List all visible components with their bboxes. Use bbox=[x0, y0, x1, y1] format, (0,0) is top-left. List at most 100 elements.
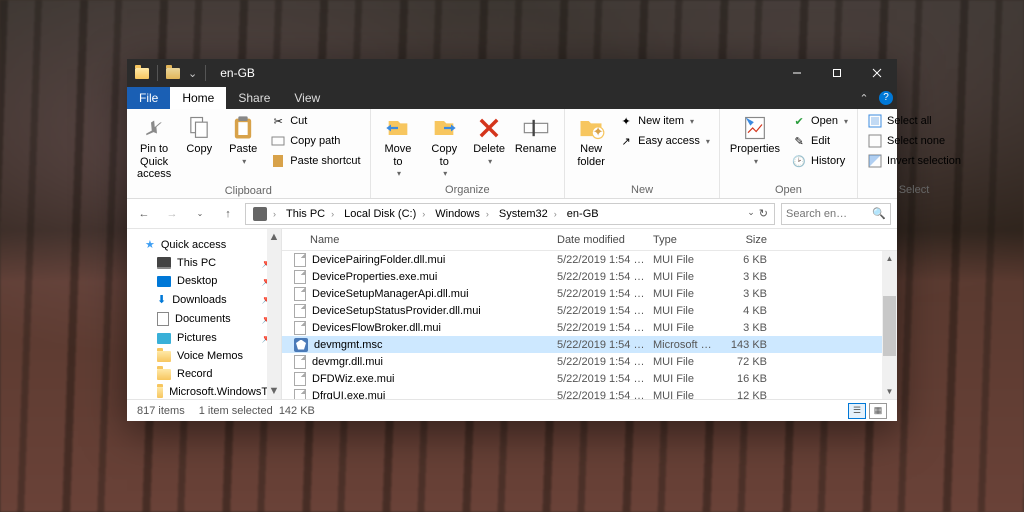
tab-view[interactable]: View bbox=[282, 87, 332, 109]
scroll-thumb[interactable] bbox=[883, 296, 896, 356]
chevron-down-icon: ▾ bbox=[443, 169, 447, 178]
up-button[interactable]: ↑ bbox=[217, 203, 239, 225]
ribbon-group-new: ✦New folder ✦New item▾ ↗Easy access▾ New bbox=[565, 109, 720, 198]
qat-folder-icon[interactable] bbox=[166, 68, 180, 79]
nav-item[interactable]: Pictures📌 bbox=[127, 329, 281, 347]
search-input[interactable] bbox=[786, 208, 856, 220]
file-icon bbox=[294, 355, 306, 369]
copy-icon bbox=[184, 114, 214, 142]
nav-item[interactable]: This PC📌 bbox=[127, 254, 281, 272]
properties-button[interactable]: Properties▾ bbox=[726, 112, 784, 168]
ribbon-collapse-icon[interactable]: ⌃ bbox=[853, 87, 875, 109]
nav-item[interactable]: Desktop📌 bbox=[127, 272, 281, 290]
refresh-button[interactable]: ↻ bbox=[759, 207, 768, 220]
breadcrumb-item[interactable]: Local Disk (C:)› bbox=[339, 208, 430, 220]
svg-text:✦: ✦ bbox=[593, 124, 604, 139]
copy-button[interactable]: Copy bbox=[179, 112, 219, 158]
invert-icon bbox=[867, 153, 883, 169]
file-row[interactable]: devmgmt.msc5/22/2019 1:54 …Microsoft …14… bbox=[282, 336, 897, 353]
pc-icon bbox=[253, 207, 267, 221]
search-box[interactable]: 🔍 bbox=[781, 203, 891, 225]
column-type[interactable]: Type bbox=[653, 234, 725, 246]
address-dropdown-icon[interactable]: ⌄ bbox=[747, 207, 755, 220]
separator bbox=[157, 65, 158, 81]
breadcrumb-item[interactable]: en-GB bbox=[562, 208, 604, 220]
back-button[interactable]: ← bbox=[133, 203, 155, 225]
breadcrumb-item[interactable]: Windows› bbox=[430, 208, 494, 220]
view-details-button[interactable]: ☰ bbox=[848, 403, 866, 419]
cut-button[interactable]: ✂Cut bbox=[267, 112, 363, 130]
star-icon: ★ bbox=[145, 238, 155, 251]
rename-icon bbox=[521, 114, 551, 142]
breadcrumb-item[interactable]: System32› bbox=[494, 208, 562, 220]
scroll-up-icon[interactable]: ▲ bbox=[882, 251, 897, 266]
nav-quick-access[interactable]: ★Quick access bbox=[127, 235, 281, 254]
ribbon-group-open: Properties▾ ✔Open▾ ✎Edit 🕑History Open bbox=[720, 109, 858, 198]
file-row[interactable]: DevicePairingFolder.dll.mui5/22/2019 1:5… bbox=[282, 251, 897, 268]
close-button[interactable] bbox=[857, 59, 897, 87]
recent-locations-button[interactable]: ⌄ bbox=[189, 203, 211, 225]
vertical-scrollbar[interactable]: ▲ ▼ bbox=[882, 251, 897, 399]
help-button[interactable]: ? bbox=[875, 87, 897, 109]
file-row[interactable]: DfrgUI.exe.mui5/22/2019 1:54 …MUI File12… bbox=[282, 387, 897, 399]
move-to-button[interactable]: Move to▾ bbox=[377, 112, 420, 180]
minimize-button[interactable] bbox=[777, 59, 817, 87]
file-row[interactable]: DeviceSetupManagerApi.dll.mui5/22/2019 1… bbox=[282, 285, 897, 302]
column-headers[interactable]: Name Date modified Type Size bbox=[282, 229, 897, 251]
new-folder-icon: ✦ bbox=[576, 114, 606, 142]
tab-share[interactable]: Share bbox=[226, 87, 282, 109]
chevron-down-icon: ▾ bbox=[397, 169, 401, 178]
nav-item[interactable]: Microsoft.WindowsTe bbox=[127, 383, 281, 399]
edit-button[interactable]: ✎Edit bbox=[788, 132, 851, 150]
breadcrumb-root[interactable]: › bbox=[248, 207, 281, 221]
select-all-button[interactable]: Select all bbox=[864, 112, 964, 130]
select-none-button[interactable]: Select none bbox=[864, 132, 964, 150]
ribbon-tabs: File Home Share View ⌃ ? bbox=[127, 87, 897, 109]
history-button[interactable]: 🕑History bbox=[788, 152, 851, 170]
titlebar[interactable]: ⌄ en-GB bbox=[127, 59, 897, 87]
file-row[interactable]: devmgr.dll.mui5/22/2019 1:54 …MUI File72… bbox=[282, 353, 897, 370]
pin-to-quick-access-button[interactable]: Pin to Quick access bbox=[133, 112, 175, 183]
copy-to-button[interactable]: Copy to▾ bbox=[423, 112, 465, 180]
nav-item[interactable]: Record bbox=[127, 365, 281, 383]
breadcrumb-item[interactable]: This PC› bbox=[281, 208, 339, 220]
breadcrumb[interactable]: › This PC› Local Disk (C:)› Windows› Sys… bbox=[245, 203, 775, 225]
file-row[interactable]: DeviceProperties.exe.mui5/22/2019 1:54 …… bbox=[282, 268, 897, 285]
easy-access-icon: ↗ bbox=[618, 133, 634, 149]
paste-button[interactable]: Paste ▾ bbox=[223, 112, 263, 168]
column-date[interactable]: Date modified bbox=[557, 234, 653, 246]
invert-selection-button[interactable]: Invert selection bbox=[864, 152, 964, 170]
view-large-icons-button[interactable]: ▦ bbox=[869, 403, 887, 419]
file-row[interactable]: DFDWiz.exe.mui5/22/2019 1:54 …MUI File16… bbox=[282, 370, 897, 387]
delete-button[interactable]: Delete▾ bbox=[469, 112, 509, 168]
file-row[interactable]: DevicesFlowBroker.dll.mui5/22/2019 1:54 … bbox=[282, 319, 897, 336]
nav-item[interactable]: Documents📌 bbox=[127, 309, 281, 329]
file-row[interactable]: DeviceSetupStatusProvider.dll.mui5/22/20… bbox=[282, 302, 897, 319]
column-name[interactable]: Name bbox=[282, 234, 557, 246]
scroll-down-icon[interactable]: ▼ bbox=[882, 384, 897, 399]
nav-scrollbar[interactable]: ▲▼ bbox=[267, 229, 281, 399]
select-none-icon bbox=[867, 133, 883, 149]
tab-file[interactable]: File bbox=[127, 87, 170, 109]
qat-overflow-icon[interactable]: ⌄ bbox=[188, 67, 197, 80]
content-area: ★Quick access This PC📌Desktop📌⬇Downloads… bbox=[127, 229, 897, 399]
column-size[interactable]: Size bbox=[725, 234, 785, 246]
open-button[interactable]: ✔Open▾ bbox=[788, 112, 851, 130]
ribbon-group-clipboard: Pin to Quick access Copy Paste ▾ ✂Cut Co… bbox=[127, 109, 371, 198]
copy-path-button[interactable]: Copy path bbox=[267, 132, 363, 150]
rename-button[interactable]: Rename bbox=[513, 112, 558, 158]
forward-button[interactable]: → bbox=[161, 203, 183, 225]
nav-item[interactable]: Voice Memos bbox=[127, 347, 281, 365]
status-bar: 817 items 1 item selected 142 KB ☰ ▦ bbox=[127, 399, 897, 421]
file-icon bbox=[294, 372, 306, 386]
new-item-button[interactable]: ✦New item▾ bbox=[615, 112, 713, 130]
paste-shortcut-button[interactable]: Paste shortcut bbox=[267, 152, 363, 170]
file-list[interactable]: DevicePairingFolder.dll.mui5/22/2019 1:5… bbox=[282, 251, 897, 399]
maximize-button[interactable] bbox=[817, 59, 857, 87]
nav-item[interactable]: ⬇Downloads📌 bbox=[127, 290, 281, 309]
tab-home[interactable]: Home bbox=[170, 87, 226, 109]
navigation-pane[interactable]: ★Quick access This PC📌Desktop📌⬇Downloads… bbox=[127, 229, 282, 399]
easy-access-button[interactable]: ↗Easy access▾ bbox=[615, 132, 713, 150]
new-folder-button[interactable]: ✦New folder bbox=[571, 112, 611, 170]
pin-icon bbox=[139, 114, 169, 142]
